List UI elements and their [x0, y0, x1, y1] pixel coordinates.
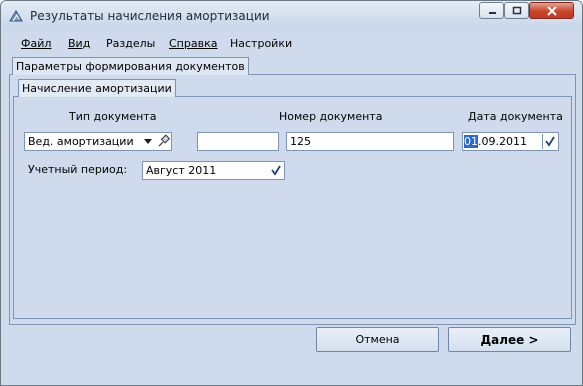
- menu-file[interactable]: Файл: [21, 37, 51, 50]
- doc-prefix-field[interactable]: [197, 132, 279, 151]
- doc-number-field[interactable]: 125: [286, 132, 454, 151]
- menu-bar: Файл Вид Разделы Справка Настройки: [1, 31, 582, 55]
- doc-date-label: Дата документа: [468, 110, 563, 123]
- menu-help[interactable]: Справка: [169, 37, 217, 50]
- chevron-down-icon: [143, 139, 152, 144]
- doc-type-dropdown-button[interactable]: [140, 134, 155, 149]
- cancel-button[interactable]: Отмена: [316, 327, 439, 352]
- period-label: Учетный период:: [28, 163, 128, 176]
- maximize-button[interactable]: [504, 2, 529, 19]
- doc-date-field[interactable]: 01.09.2011: [462, 132, 559, 151]
- check-icon: [271, 165, 281, 176]
- tab-depreciation[interactable]: Начисление амортизации: [18, 79, 176, 97]
- next-button[interactable]: Далее >: [448, 327, 571, 352]
- title-bar: Результаты начисления амортизации: [1, 1, 582, 31]
- maximize-icon: [512, 6, 521, 15]
- minimize-icon: [488, 11, 496, 14]
- doc-date-checkbox[interactable]: [542, 134, 557, 149]
- close-button[interactable]: [529, 2, 574, 19]
- pin-icon[interactable]: [156, 134, 170, 149]
- doc-type-label: Тип документа: [69, 110, 157, 123]
- doc-type-value: Вед. амортизации: [28, 135, 134, 148]
- menu-view[interactable]: Вид: [68, 37, 90, 50]
- tab-document-params[interactable]: Параметры формирования документов: [12, 57, 249, 75]
- depreciation-panel: [13, 96, 572, 319]
- doc-date-rest: .09.2011: [478, 135, 527, 148]
- minimize-button[interactable]: [479, 2, 504, 19]
- app-icon: [9, 10, 23, 22]
- doc-date-day: 01: [464, 135, 478, 148]
- doc-type-select[interactable]: Вед. амортизации: [24, 132, 172, 151]
- window-title: Результаты начисления амортизации: [30, 9, 270, 23]
- doc-number-value: 125: [290, 135, 311, 148]
- doc-number-label: Номер документа: [279, 110, 383, 123]
- check-icon: [545, 136, 555, 147]
- menu-sections[interactable]: Разделы: [106, 37, 155, 50]
- period-value: Август 2011: [146, 164, 217, 177]
- period-dropdown-button[interactable]: [269, 163, 283, 178]
- period-select[interactable]: Август 2011: [142, 161, 285, 180]
- close-icon: [546, 5, 557, 16]
- main-window: Результаты начисления амортизации Файл В…: [0, 0, 583, 386]
- menu-settings[interactable]: Настройки: [230, 37, 292, 50]
